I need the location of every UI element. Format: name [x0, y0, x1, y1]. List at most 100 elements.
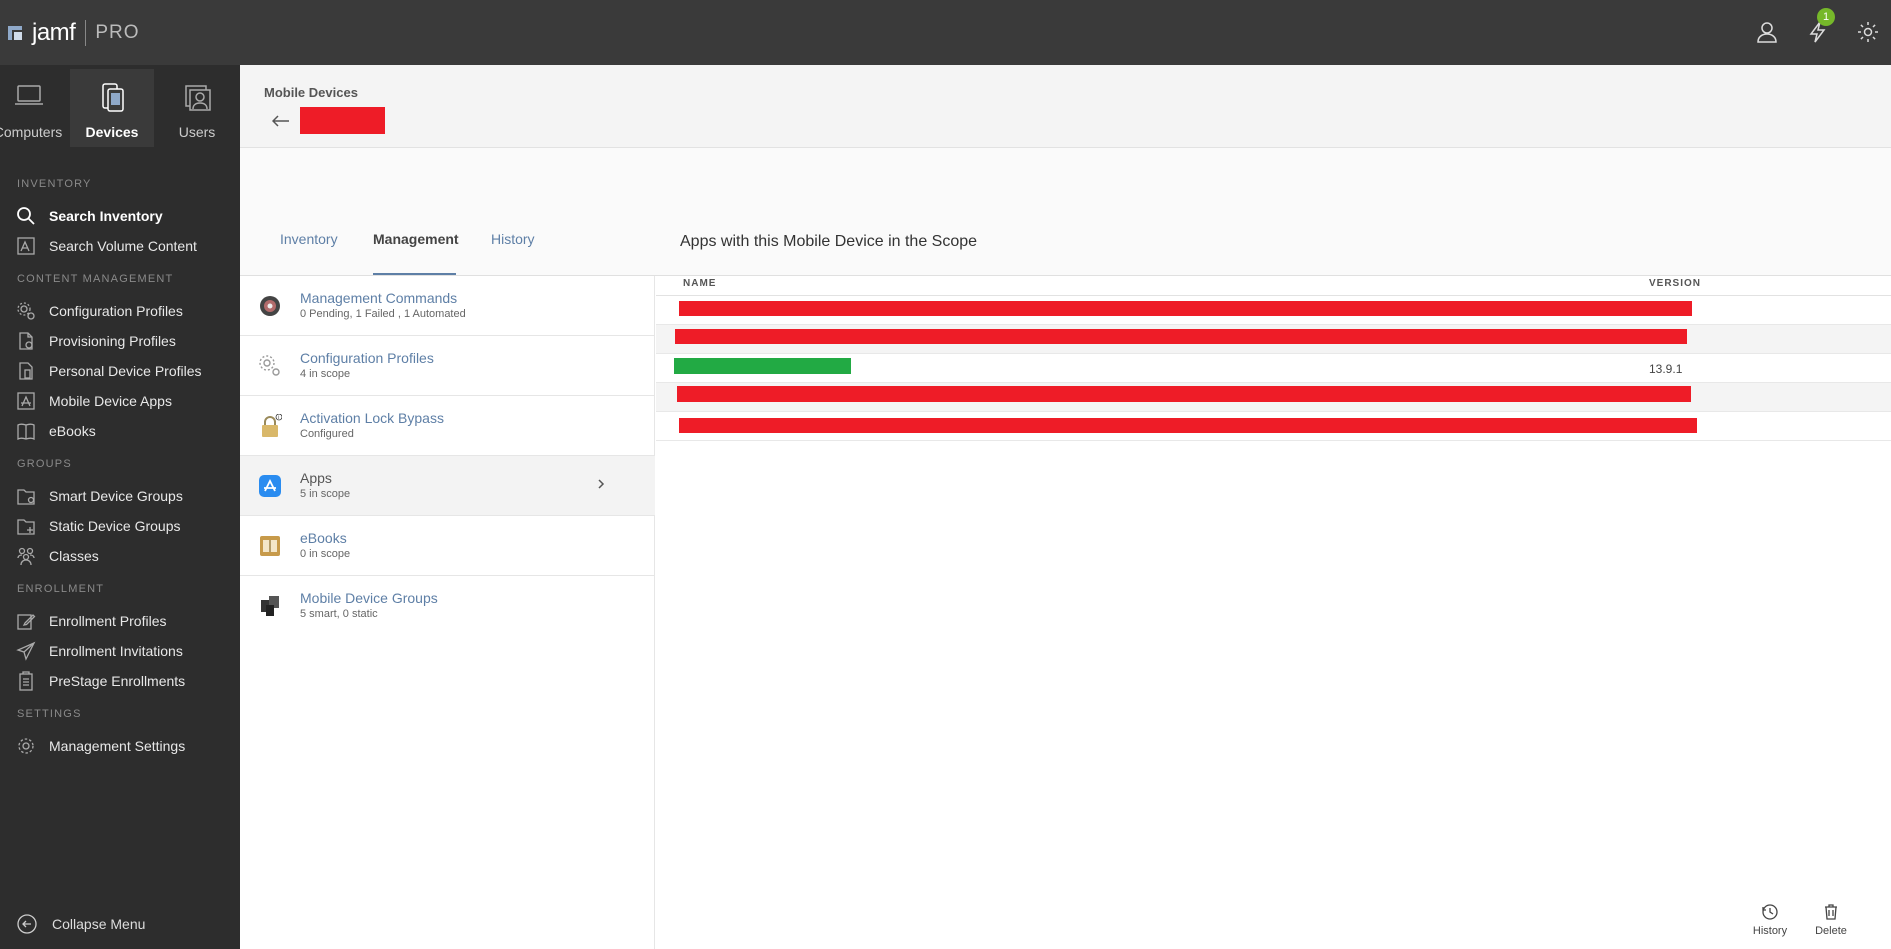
sidebar-item-search-volume-content[interactable]: Search Volume Content: [16, 233, 236, 259]
chevron-right-icon: [598, 479, 605, 489]
management-item-subtitle: 4 in scope: [300, 368, 351, 380]
sidebar: Computers Devices Users INVENTORY Search…: [0, 65, 240, 949]
history-button[interactable]: History: [1740, 903, 1800, 937]
redacted-app-name: [679, 418, 1697, 433]
static-group-icon: [17, 519, 35, 535]
page-header: Mobile Devices: [240, 65, 1891, 148]
management-item-mobile-device-groups[interactable]: Mobile Device Groups 5 smart, 0 static: [240, 576, 655, 636]
sidebar-item-label: Mobile Device Apps: [49, 393, 172, 409]
management-item-title: Management Commands: [300, 290, 458, 306]
section-heading-groups: GROUPS: [17, 458, 72, 470]
brand-name: jamf: [32, 19, 76, 46]
management-item-configuration-profiles[interactable]: Configuration Profiles 4 in scope: [240, 336, 655, 396]
redacted-device-name: [300, 107, 385, 134]
main-content: Mobile Devices Inventory Management Hist…: [240, 65, 1891, 949]
sidebar-item-classes[interactable]: Classes: [16, 543, 236, 569]
management-item-ebooks[interactable]: eBooks 0 in scope: [240, 516, 655, 576]
top-bar: jamf PRO 1: [0, 0, 1891, 65]
apps-panel-title: Apps with this Mobile Device in the Scop…: [680, 233, 978, 250]
book-icon: [260, 536, 280, 556]
column-header-version[interactable]: VERSION: [1649, 278, 1701, 289]
sidebar-item-enrollment-invitations[interactable]: Enrollment Invitations: [16, 638, 236, 664]
mobile-device-icon: [102, 83, 124, 112]
sidebar-item-management-settings[interactable]: Management Settings: [16, 733, 236, 759]
tab-management[interactable]: Management: [373, 148, 459, 275]
collapse-menu-label: Collapse Menu: [52, 916, 146, 932]
section-heading-settings: SETTINGS: [17, 708, 82, 720]
management-item-subtitle: 0 in scope: [300, 548, 351, 560]
redacted-app-name: [675, 329, 1687, 344]
jamf-logo-icon: [8, 26, 22, 40]
redacted-app-name: [679, 301, 1692, 316]
table-row[interactable]: [656, 325, 1891, 354]
sidebar-item-label: Search Inventory: [49, 208, 163, 224]
search-icon: [17, 207, 35, 225]
table-row[interactable]: 13.9.1: [656, 354, 1891, 383]
trash-icon: [1825, 904, 1837, 920]
management-item-activation-lock-bypass[interactable]: i Activation Lock Bypass Configured: [240, 396, 655, 456]
back-arrow-icon[interactable]: [272, 115, 290, 127]
management-item-title: Mobile Device Groups: [300, 590, 438, 606]
personal-profile-icon: [19, 362, 33, 380]
book-icon: [17, 423, 35, 441]
tab-inventory[interactable]: Inventory: [280, 148, 340, 275]
svg-text:i: i: [278, 415, 279, 421]
sidebar-item-personal-device-profiles[interactable]: Personal Device Profiles: [16, 358, 236, 384]
notification-badge: 1: [1817, 8, 1835, 26]
sidebar-item-smart-device-groups[interactable]: Smart Device Groups: [16, 483, 236, 509]
app-store-icon: [17, 392, 35, 410]
nav-tab-devices[interactable]: Devices: [70, 69, 154, 147]
management-item-apps[interactable]: Apps 5 in scope: [240, 456, 655, 516]
section-heading-inventory: INVENTORY: [17, 178, 92, 190]
redacted-app-name: [677, 386, 1691, 402]
nav-tab-label: Devices: [85, 124, 139, 140]
table-row[interactable]: [656, 296, 1891, 325]
tab-history[interactable]: History: [491, 148, 541, 275]
sidebar-item-search-inventory[interactable]: Search Inventory: [16, 203, 236, 229]
tab-label: Management: [373, 231, 459, 247]
jamf-pro-logo[interactable]: jamf PRO: [8, 18, 140, 48]
gears-icon: [17, 302, 35, 320]
nav-tab-label: Users: [178, 124, 216, 140]
tab-label: History: [491, 231, 535, 247]
app-version: 13.9.1: [1649, 362, 1683, 376]
gear-icon[interactable]: [1856, 20, 1880, 44]
sidebar-item-mobile-device-apps[interactable]: Mobile Device Apps: [16, 388, 236, 414]
sidebar-item-label: Enrollment Profiles: [49, 613, 167, 629]
volume-content-icon: [17, 237, 35, 255]
nav-tabs: Computers Devices Users: [0, 65, 240, 147]
gears-icon: [259, 355, 280, 376]
nav-tab-computers[interactable]: Computers: [0, 69, 70, 147]
user-icon[interactable]: [1755, 20, 1779, 44]
arrow-left-circle-icon: [17, 914, 37, 934]
sidebar-item-prestage-enrollments[interactable]: PreStage Enrollments: [16, 668, 236, 694]
tab-label: Inventory: [280, 231, 338, 247]
tab-bar: Inventory Management History: [240, 148, 1891, 276]
sidebar-item-label: Search Volume Content: [49, 238, 197, 254]
product-name: PRO: [95, 22, 140, 43]
sidebar-item-configuration-profiles[interactable]: Configuration Profiles: [16, 298, 236, 324]
collapse-menu-button[interactable]: Collapse Menu: [16, 913, 145, 935]
history-button-label: History: [1752, 925, 1788, 937]
management-item-title: Apps: [300, 470, 332, 486]
delete-button[interactable]: Delete: [1801, 903, 1861, 937]
sidebar-item-label: Enrollment Invitations: [49, 643, 183, 659]
column-header-name[interactable]: NAME: [683, 278, 716, 289]
sidebar-item-enrollment-profiles[interactable]: Enrollment Profiles: [16, 608, 236, 634]
sidebar-item-static-device-groups[interactable]: Static Device Groups: [16, 513, 236, 539]
management-item-commands[interactable]: Management Commands 0 Pending, 1 Failed …: [240, 276, 655, 336]
management-item-title: Configuration Profiles: [300, 350, 434, 366]
breadcrumb[interactable]: Mobile Devices: [264, 85, 358, 100]
sidebar-item-label: Smart Device Groups: [49, 488, 183, 504]
sidebar-item-provisioning-profiles[interactable]: Provisioning Profiles: [16, 328, 236, 354]
groups-icon: [261, 596, 279, 616]
table-row[interactable]: [656, 383, 1891, 412]
sidebar-item-ebooks[interactable]: eBooks: [16, 418, 236, 444]
document-icon: [19, 332, 33, 350]
nav-tab-users[interactable]: Users: [155, 69, 239, 147]
management-list: Management Commands 0 Pending, 1 Failed …: [240, 276, 655, 949]
classes-icon: [17, 547, 35, 566]
table-row[interactable]: [656, 412, 1891, 441]
sidebar-item-label: eBooks: [49, 423, 96, 439]
sidebar-item-label: Configuration Profiles: [49, 303, 183, 319]
